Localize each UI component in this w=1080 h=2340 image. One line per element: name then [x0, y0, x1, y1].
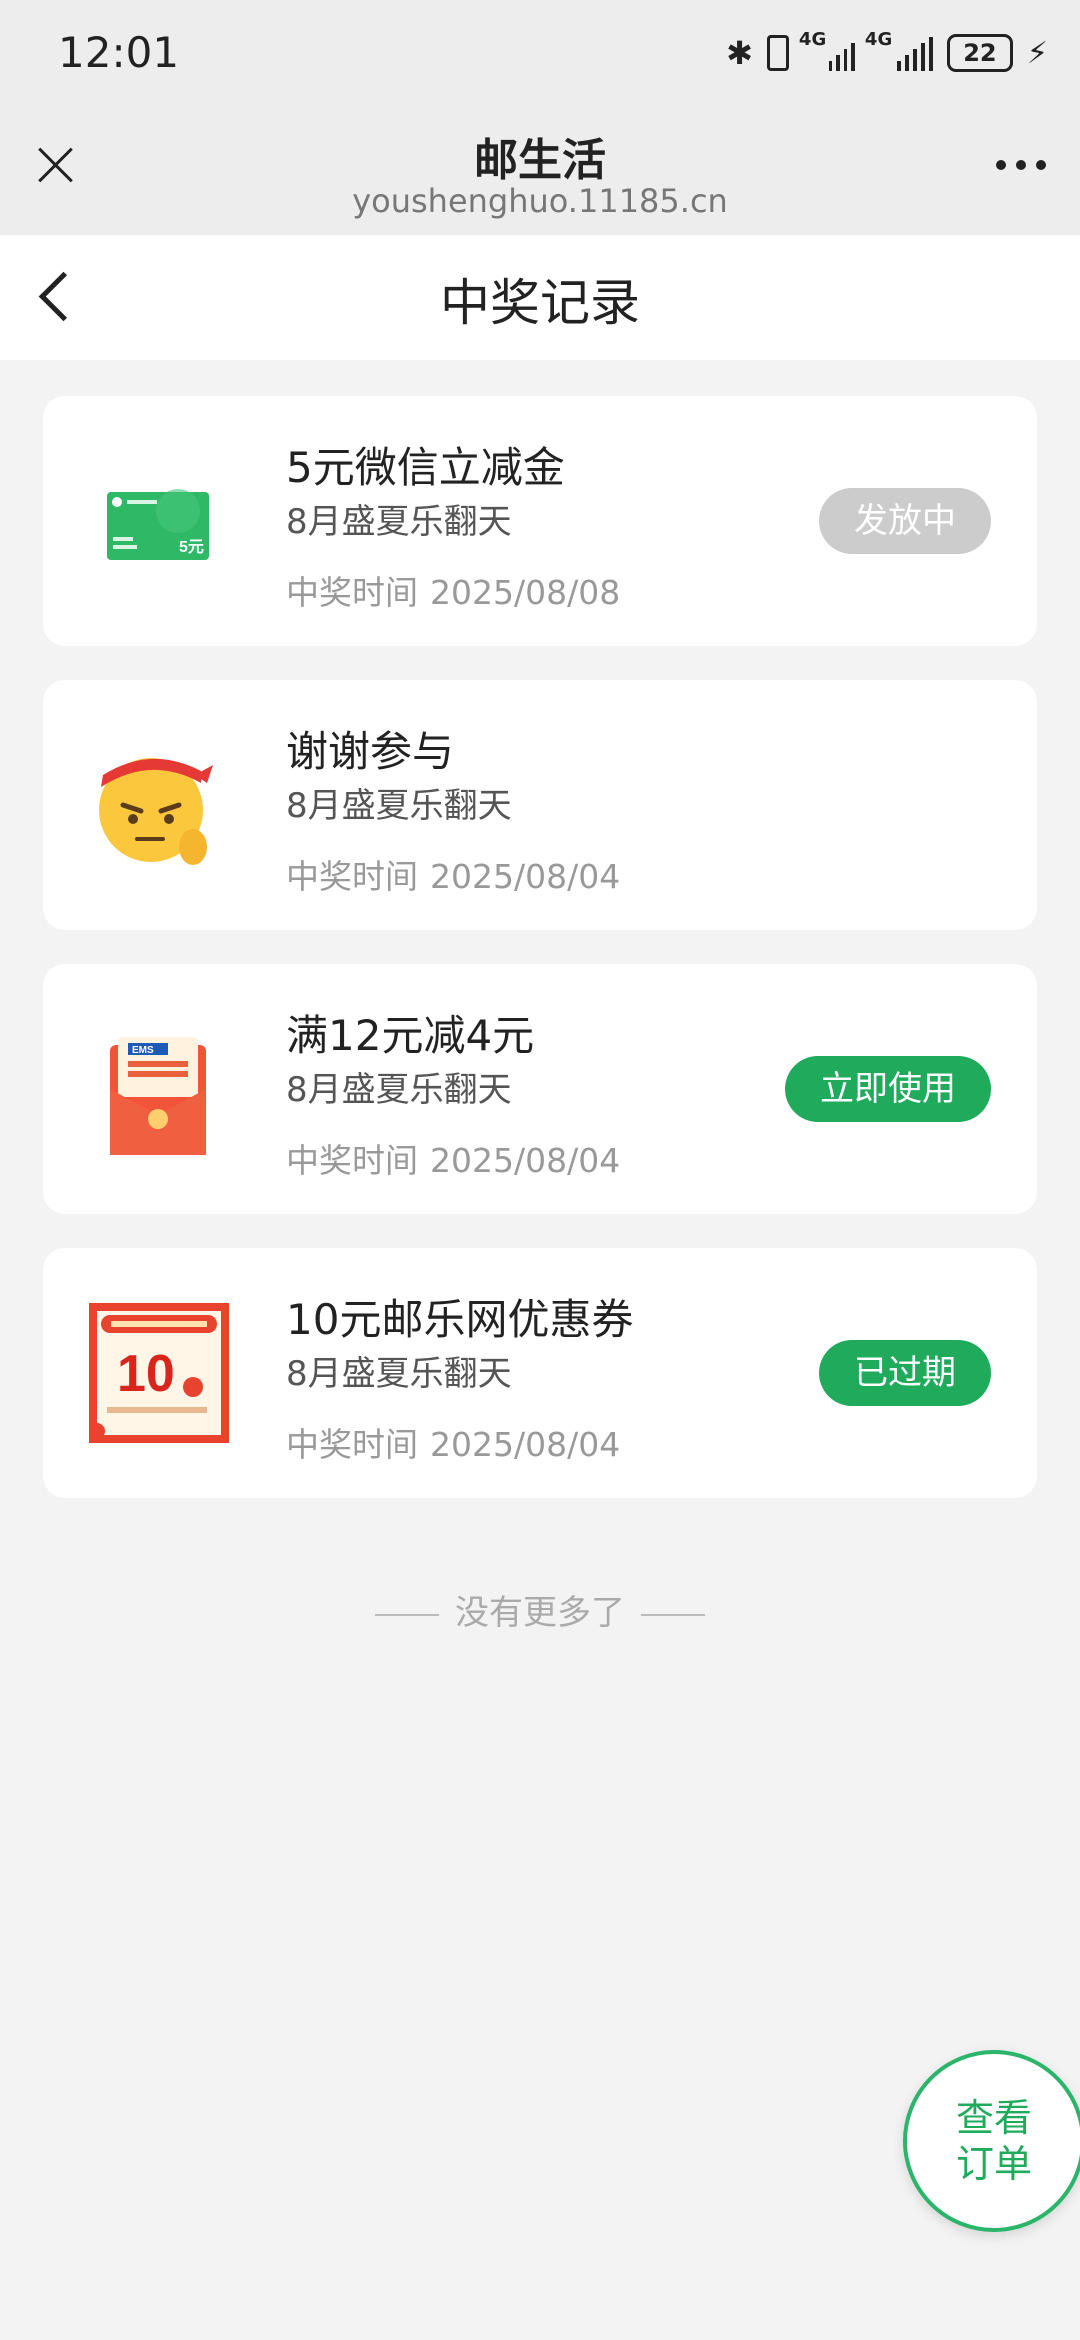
prize-subtitle: 8月盛夏乐翻天 — [286, 786, 512, 826]
prize-title: 10元邮乐网优惠券 — [286, 1295, 634, 1344]
prize-card: 谢谢参与 8月盛夏乐翻天 中奖时间 2025/08/04 — [43, 680, 1037, 930]
page-header: 中奖记录 — [0, 235, 1080, 360]
prize-time: 中奖时间 2025/08/04 — [286, 857, 621, 896]
youle-coupon-thumbnail: 10 — [83, 1303, 233, 1443]
prize-subtitle: 8月盛夏乐翻天 — [286, 502, 512, 542]
prize-title: 5元微信立减金 — [286, 443, 565, 492]
status-time: 12:01 — [58, 28, 180, 77]
status-icons: ✱ 4G 4G 22 ⚡ — [726, 28, 1048, 78]
use-now-button[interactable]: 立即使用 — [785, 1056, 991, 1122]
signal-icon-2: 4G — [865, 29, 933, 71]
wechat-voucher-thumbnail: 5元 — [83, 451, 233, 591]
svg-text:10: 10 — [117, 1345, 175, 1403]
prize-title: 满12元减4元 — [286, 1011, 535, 1060]
divider — [375, 1613, 439, 1616]
prize-card: EMS 满12元减4元 8月盛夏乐翻天 中奖时间 2025/08/04 立即使用 — [43, 964, 1037, 1214]
prize-subtitle: 8月盛夏乐翻天 — [286, 1070, 512, 1110]
issuing-status-button[interactable]: 发放中 — [819, 488, 991, 554]
svg-text:5元: 5元 — [179, 539, 204, 556]
prize-card: 5元 5元微信立减金 8月盛夏乐翻天 中奖时间 2025/08/08 发放中 — [43, 396, 1037, 646]
svg-text:EMS: EMS — [132, 1045, 154, 1056]
charging-icon: ⚡ — [1026, 35, 1048, 71]
prize-subtitle: 8月盛夏乐翻天 — [286, 1354, 512, 1394]
prize-card: 10 10元邮乐网优惠券 8月盛夏乐翻天 中奖时间 2025/08/04 已过期 — [43, 1248, 1037, 1498]
browser-title: 邮生活 — [474, 135, 606, 186]
view-orders-label-2: 订单 — [955, 2142, 1032, 2186]
view-orders-button[interactable]: 查看 订单 — [903, 2050, 1080, 2232]
signal-icon: 4G — [799, 29, 855, 71]
browser-header: 邮生活 youshenghuo.11185.cn — [0, 110, 1080, 235]
more-icon[interactable] — [996, 150, 1046, 180]
prize-time: 中奖时间 2025/08/08 — [286, 573, 621, 612]
browser-url: youshenghuo.11185.cn — [352, 182, 728, 220]
no-more-indicator: 没有更多了 — [0, 1585, 1080, 1634]
prize-title: 谢谢参与 — [286, 727, 455, 776]
page-title: 中奖记录 — [440, 274, 640, 332]
divider — [641, 1613, 705, 1616]
prize-time: 中奖时间 2025/08/04 — [286, 1425, 621, 1464]
expired-button[interactable]: 已过期 — [819, 1340, 991, 1406]
ems-coupon-thumbnail: EMS — [83, 1019, 233, 1159]
battery-icon: 22 — [946, 34, 1013, 72]
view-orders-label-1: 查看 — [955, 2096, 1032, 2140]
prize-list: 5元 5元微信立减金 8月盛夏乐翻天 中奖时间 2025/08/08 发放中 谢谢… — [43, 396, 1037, 1532]
bluetooth-icon: ✱ — [726, 34, 753, 72]
vibrate-icon — [766, 35, 789, 71]
emoji-thumbnail — [83, 735, 233, 875]
status-bar: 12:01 ✱ 4G 4G 22 ⚡ — [0, 0, 1080, 110]
prize-time: 中奖时间 2025/08/04 — [286, 1141, 621, 1180]
